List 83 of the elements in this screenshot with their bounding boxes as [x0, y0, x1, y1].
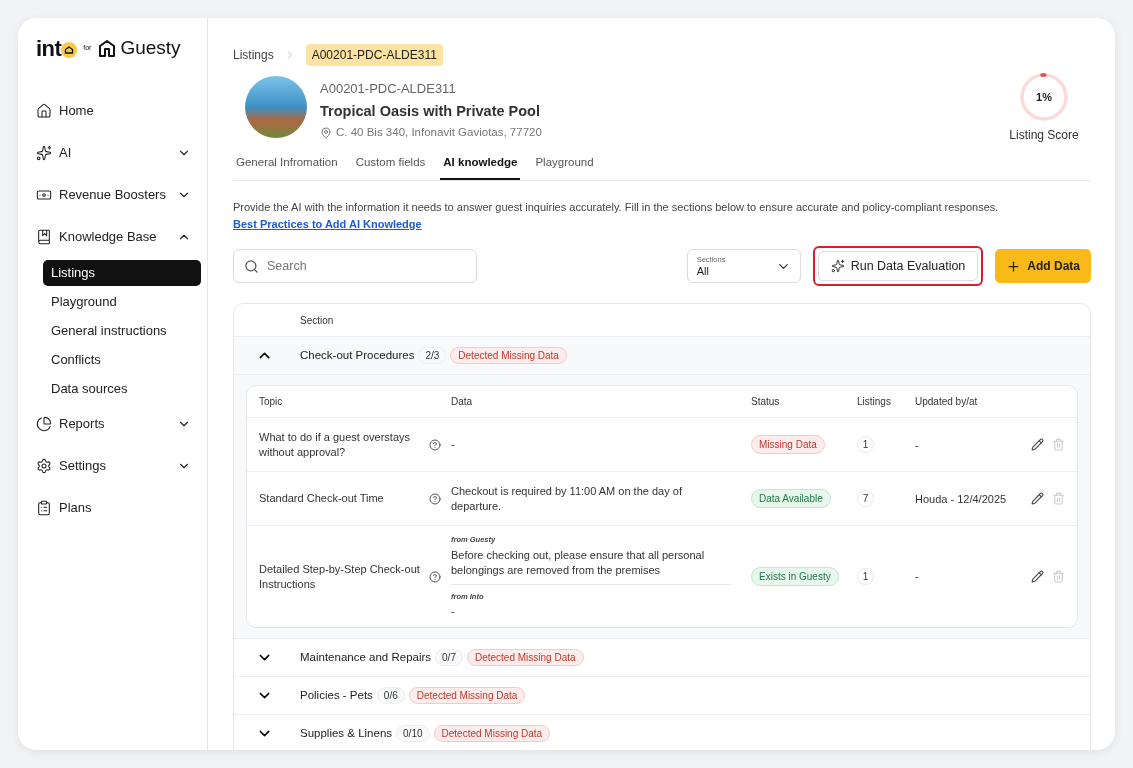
section-column-header: Section [300, 313, 334, 328]
home-icon [36, 103, 52, 119]
score-ring [1019, 72, 1069, 122]
status-badge: Data Available [751, 489, 831, 509]
breadcrumb-current[interactable]: A00201-PDC-ALDE311 [305, 44, 443, 66]
nav-item[interactable]: AI [36, 132, 201, 174]
section-name: Policies - Pets [300, 687, 373, 703]
column-header: Data [451, 395, 473, 410]
tab[interactable]: General Infromation [233, 154, 341, 181]
tab[interactable]: Playground [532, 154, 597, 181]
run-evaluation-button[interactable]: Run Data Evaluation [817, 251, 979, 282]
topic-text: Detailed Step-by-Step Check-out Instructions [259, 561, 421, 592]
updated-text: Houda - 12/4/2025 [915, 491, 1008, 507]
edit-icon[interactable] [1031, 438, 1044, 452]
column-header: Listings [857, 395, 891, 410]
pie-chart-icon [36, 416, 52, 432]
search-input[interactable]: Search [267, 256, 466, 276]
settings-icon [36, 458, 52, 474]
section-name: Maintenance and Repairs [300, 649, 432, 665]
missing-data-badge: Detected Missing Data [408, 686, 526, 704]
status-badge: Exists in Guesty [751, 567, 839, 586]
section-name: Supplies & Linens [300, 725, 393, 741]
search-icon [244, 258, 259, 274]
data-text: - [451, 603, 456, 619]
score-value: 1% [1036, 89, 1052, 105]
updated-text: - [915, 569, 920, 585]
nav-item[interactable]: Home [36, 90, 201, 132]
status-badge: Missing Data [751, 435, 825, 455]
nav-item[interactable]: Plans [36, 487, 201, 529]
house-logo-icon [97, 38, 118, 58]
tab[interactable]: AI knowledge [440, 154, 521, 181]
nav-item[interactable]: Settings [36, 445, 201, 487]
column-header: Updated by/at [915, 395, 978, 410]
tab[interactable]: Custom fields [352, 154, 429, 181]
breadcrumb-link[interactable]: Listings [233, 46, 274, 64]
listing-address: C. 40 Bis 340, Infonavit Gaviotas, 77720 [336, 125, 542, 141]
nav-subitem[interactable]: Data sources [43, 375, 201, 402]
banknote-icon [36, 187, 52, 203]
location-pin-icon [320, 126, 332, 139]
missing-data-badge: Detected Missing Data [433, 724, 551, 742]
edit-icon[interactable] [1031, 492, 1044, 506]
section-count: 0/10 [396, 724, 430, 742]
topic-text: What to do if a guest overstays without approval? [259, 429, 412, 460]
search-field[interactable]: Search [233, 249, 477, 284]
section-count: 0/6 [376, 686, 405, 704]
intro-text: Provide the AI with the information it needs to answer guest inquiries accurately. Fill in the sections below to ensure accurate and policy-compliant responses. [233, 200, 1000, 216]
nav-item[interactable]: Revenue Boosters [36, 174, 201, 216]
section-name: Check-out Procedures [300, 348, 415, 364]
data-text: Checkout is required by 11:00 AM on the day of departure. [451, 483, 683, 514]
topic-text: Standard Check-out Time [259, 491, 385, 507]
listing-title: Tropical Oasis with Private Pool [320, 101, 541, 121]
help-icon[interactable] [429, 492, 441, 505]
section-row[interactable]: Check-out Procedures 2/3 Detected Missing Data [234, 337, 1090, 376]
nav-subitem[interactable]: Conflicts [43, 346, 201, 373]
column-header: Status [751, 395, 780, 410]
updated-text: - [915, 437, 920, 453]
logo-wordmark: int [36, 34, 62, 63]
sparkle-icon [830, 259, 845, 274]
clipboard-icon [36, 500, 52, 516]
missing-data-badge: Detected Missing Data [466, 648, 584, 666]
section-count: 2/3 [418, 347, 447, 365]
nav-item[interactable]: Knowledge Base [36, 216, 201, 258]
data-text: - [451, 437, 456, 453]
data-text: Before checking out, please ensure that all personal belongings are removed from the premises [451, 547, 706, 578]
nav-subitem[interactable]: Playground [43, 288, 201, 315]
sparkle-icon [36, 145, 52, 161]
nav-subitem[interactable]: General instructions [43, 317, 201, 344]
section-count: 0/7 [435, 648, 463, 666]
plus-icon [1006, 258, 1022, 274]
best-practices-link[interactable]: Best Practices to Add AI Knowledge [233, 215, 422, 233]
nav-item[interactable]: Reports [36, 403, 201, 445]
partner-wordmark: Guesty [120, 35, 181, 60]
book-icon [36, 229, 52, 245]
listing-code: A00201-PDC-ALDE311 [320, 80, 457, 98]
missing-data-badge: Detected Missing Data [450, 347, 567, 365]
score-label: Listing Score [1009, 127, 1079, 144]
help-icon[interactable] [429, 438, 441, 451]
nav-subitem[interactable]: Listings [43, 259, 201, 286]
logo-house-icon [61, 42, 78, 58]
add-data-button[interactable]: Add Data [995, 249, 1091, 284]
edit-icon[interactable] [1031, 570, 1044, 583]
help-icon[interactable] [429, 570, 441, 583]
column-header: Topic [259, 395, 283, 410]
